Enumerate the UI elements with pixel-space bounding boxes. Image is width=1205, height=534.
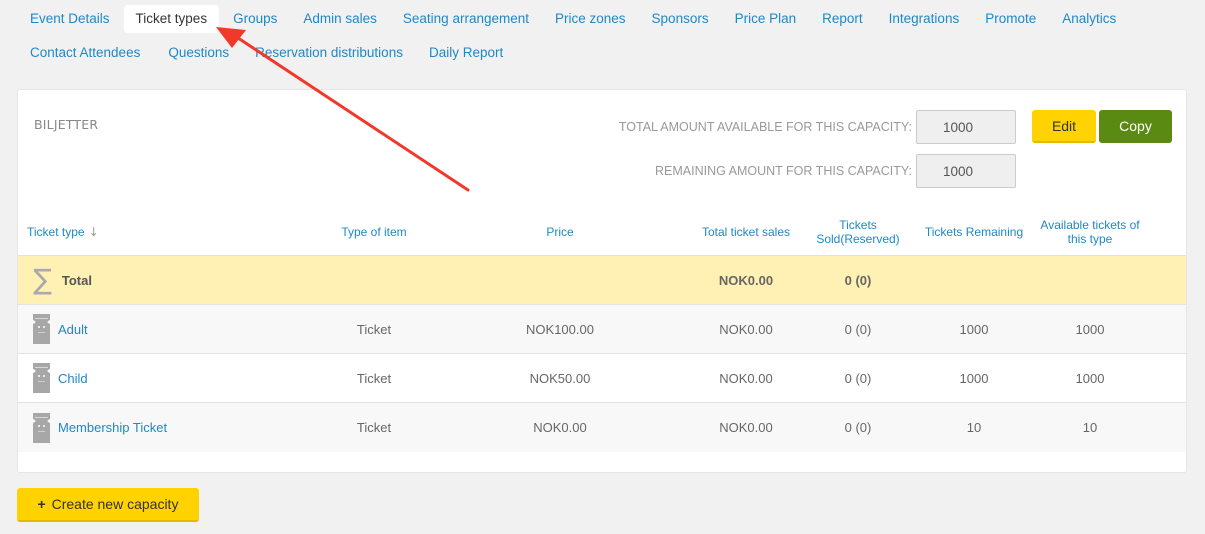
col-tickets-remaining: Tickets Remaining: [924, 224, 1024, 239]
col-tickets-sold-line1: Tickets: [839, 217, 877, 232]
ticket-name-cell: Child: [18, 363, 318, 393]
ticket-name-link[interactable]: Adult: [58, 322, 88, 337]
tab-price-zones[interactable]: Price zones: [543, 5, 638, 33]
tab-groups[interactable]: Groups: [221, 5, 289, 33]
plus-icon: +: [37, 496, 46, 512]
total-row: ∑ Total NOK0.00 0 (0): [18, 256, 1186, 305]
type-of-item: Ticket: [356, 321, 392, 337]
table-row: Membership Ticket Ticket NOK0.00 NOK0.00…: [18, 403, 1186, 452]
ticket-name-link[interactable]: Child: [58, 371, 88, 386]
total-capacity-field[interactable]: 1000: [916, 110, 1016, 144]
ticket-icon: [33, 314, 50, 344]
available-tickets: 1000: [1075, 370, 1105, 386]
remaining-capacity-label: REMAINING AMOUNT FOR THIS CAPACITY:: [655, 164, 912, 178]
tab-report[interactable]: Report: [810, 5, 875, 33]
total-cell: ∑ Total: [18, 266, 318, 294]
col-available-line1: Available tickets of: [1040, 217, 1140, 232]
capacity-title: BILJETTER: [34, 117, 99, 132]
tickets-remaining: 10: [966, 420, 982, 435]
table-header: Ticket type ↓ Type of item Price Total t…: [18, 208, 1186, 256]
nav-row-2: Contact Attendees Questions Reservation …: [18, 37, 1198, 69]
tab-seating-arrangement[interactable]: Seating arrangement: [391, 5, 541, 33]
tickets-sold: 0 (0): [844, 370, 872, 386]
tab-ticket-types[interactable]: Ticket types: [123, 5, 220, 33]
type-of-item: Ticket: [356, 370, 392, 386]
col-available-line2: this type: [1067, 231, 1113, 246]
create-new-capacity-button[interactable]: + Create new capacity: [17, 488, 199, 522]
total-label: Total: [61, 272, 92, 288]
tickets-sold: 0 (0): [844, 420, 872, 435]
total-capacity-label: TOTAL AMOUNT AVAILABLE FOR THIS CAPACITY…: [618, 120, 912, 134]
price: NOK50.00: [529, 370, 591, 386]
tab-daily-report[interactable]: Daily Report: [417, 39, 515, 67]
total-sales: NOK0.00: [719, 370, 773, 386]
tab-event-details[interactable]: Event Details: [18, 5, 122, 33]
tab-sponsors[interactable]: Sponsors: [640, 5, 721, 33]
table-row: Child Ticket NOK50.00 NOK0.00 0 (0) 1000…: [18, 354, 1186, 403]
table-row: Adult Ticket NOK100.00 NOK0.00 0 (0) 100…: [18, 305, 1186, 354]
tab-questions[interactable]: Questions: [156, 39, 241, 67]
total-capacity-row: TOTAL AMOUNT AVAILABLE FOR THIS CAPACITY…: [619, 110, 1016, 144]
remaining-capacity-row: REMAINING AMOUNT FOR THIS CAPACITY: 1000: [655, 154, 1016, 188]
available-tickets: 10: [1082, 420, 1098, 435]
col-tickets-sold: Tickets Sold(Reserved): [802, 218, 914, 246]
edit-button[interactable]: Edit: [1032, 110, 1096, 143]
type-of-item: Ticket: [356, 420, 392, 435]
col-available-tickets: Available tickets of this type: [1034, 218, 1146, 246]
price: NOK100.00: [526, 321, 594, 337]
tickets-remaining: 1000: [959, 321, 989, 337]
event-nav-tabs: Event Details Ticket types Groups Admin …: [18, 3, 1198, 71]
tab-analytics[interactable]: Analytics: [1050, 5, 1128, 33]
col-total-ticket-sales: Total ticket sales: [701, 224, 791, 239]
col-tickets-sold-line2: Sold(Reserved): [816, 231, 900, 246]
tab-integrations[interactable]: Integrations: [877, 5, 972, 33]
tab-reservation-distributions[interactable]: Reservation distributions: [243, 39, 415, 67]
ticket-types-table: Ticket type ↓ Type of item Price Total t…: [18, 208, 1186, 452]
capacity-card: BILJETTER TOTAL AMOUNT AVAILABLE FOR THI…: [17, 89, 1187, 473]
tickets-sold: 0 (0): [844, 321, 872, 337]
ticket-name-cell: Membership Ticket: [18, 412, 318, 443]
ticket-icon: [33, 363, 50, 393]
ticket-name-cell: Adult: [18, 314, 318, 344]
create-new-capacity-label: Create new capacity: [51, 496, 179, 512]
total-sales: NOK0.00: [719, 420, 773, 435]
sigma-icon: ∑: [33, 263, 52, 296]
tab-admin-sales[interactable]: Admin sales: [291, 5, 389, 33]
ticket-name-link[interactable]: Membership Ticket: [58, 420, 167, 435]
col-ticket-type[interactable]: Ticket type ↓: [18, 225, 318, 239]
tab-price-plan[interactable]: Price Plan: [723, 5, 809, 33]
tab-promote[interactable]: Promote: [973, 5, 1048, 33]
tickets-remaining: 1000: [959, 370, 989, 386]
col-type-of-item: Type of item: [341, 224, 407, 239]
available-tickets: 1000: [1075, 321, 1105, 337]
tab-contact-attendees[interactable]: Contact Attendees: [18, 39, 152, 67]
ticket-icon: [33, 412, 50, 443]
col-price: Price: [546, 224, 574, 239]
total-sold-value: 0 (0): [844, 272, 872, 288]
price: NOK0.00: [533, 420, 587, 435]
nav-row-1: Event Details Ticket types Groups Admin …: [18, 3, 1198, 35]
col-ticket-type-label: Ticket type: [27, 224, 85, 239]
remaining-capacity-field: 1000: [916, 154, 1016, 188]
sort-down-icon[interactable]: ↓: [89, 225, 99, 239]
copy-button[interactable]: Copy: [1099, 110, 1172, 143]
total-sales-value: NOK0.00: [718, 272, 774, 288]
total-sales: NOK0.00: [719, 321, 773, 337]
